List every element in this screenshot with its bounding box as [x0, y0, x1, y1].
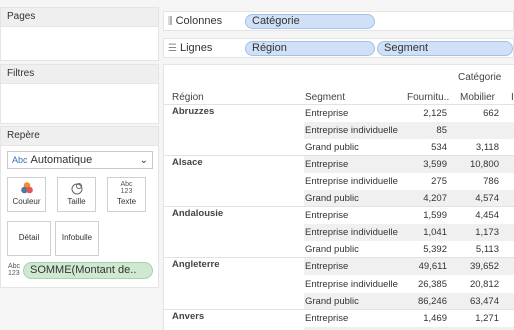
value-cell-col1[interactable]: 534 — [431, 142, 447, 153]
value-cell-col2[interactable]: 4,574 — [475, 193, 499, 204]
size-button[interactable]: Taille — [57, 177, 96, 212]
marks-card: Repère Abc Automatique ⌄ Couleur Taille … — [0, 126, 159, 288]
size-icon — [58, 181, 95, 197]
color-icon — [8, 181, 45, 197]
mark-type-value: Automatique — [31, 154, 93, 166]
value-cell-col1[interactable]: 275 — [431, 176, 447, 187]
rows-pill-region[interactable]: Région — [245, 41, 375, 56]
segment-label[interactable]: Entreprise — [305, 313, 348, 324]
size-label: Taille — [58, 197, 95, 206]
value-cell-col1[interactable]: 49,611 — [419, 261, 447, 272]
value-cell-col2[interactable]: 1,173 — [475, 227, 499, 238]
header-region: Région — [172, 92, 204, 103]
marks-title: Repère — [1, 127, 158, 146]
region-label[interactable]: Alsace — [172, 157, 203, 168]
segment-label[interactable]: Grand public — [305, 142, 359, 153]
region-divider — [164, 155, 514, 156]
segment-label[interactable]: Entreprise — [305, 210, 348, 221]
pages-card[interactable]: Pages — [0, 7, 159, 61]
region-label[interactable]: Andalousie — [172, 208, 223, 219]
value-cell-col2[interactable]: 1,271 — [475, 313, 499, 324]
columns-shelf[interactable]: ⫼Colonnes Catégorie — [163, 11, 514, 31]
value-cell-col1[interactable]: 85 — [436, 125, 447, 136]
segment-label[interactable]: Grand public — [305, 244, 359, 255]
value-cell-col1[interactable]: 5,392 — [423, 244, 447, 255]
value-cell-col2[interactable]: 20,812 — [470, 279, 499, 290]
region-label[interactable]: Anvers — [172, 311, 204, 322]
value-cell-col1[interactable]: 26,385 — [418, 279, 447, 290]
value-cell-col2[interactable]: 662 — [483, 108, 499, 119]
rows-pill-segment[interactable]: Segment — [377, 41, 513, 56]
value-cell-col1[interactable]: 1,469 — [423, 313, 447, 324]
rows-shelf[interactable]: ☰Lignes Région Segment — [163, 38, 514, 58]
value-cell-col1[interactable]: 4,207 — [423, 193, 447, 204]
text-mark-icon: Abc123 — [8, 263, 20, 277]
data-view: Catégorie Région Segment Fournitu.. Mobi… — [163, 64, 514, 330]
header-col1: Fournitu.. — [407, 92, 449, 103]
value-cell-col2[interactable]: 63,474 — [470, 296, 499, 307]
rows-icon: ☰ — [168, 43, 177, 54]
color-label: Couleur — [8, 197, 45, 206]
text-icon: Abc123 — [108, 181, 145, 197]
tooltip-label: Infobulle — [56, 233, 98, 242]
text-label: Texte — [108, 197, 145, 206]
value-cell-col1[interactable]: 1,599 — [423, 210, 447, 221]
region-label[interactable]: Abruzzes — [172, 106, 214, 117]
chevron-down-icon: ⌄ — [140, 155, 148, 166]
rows-label: ☰Lignes — [168, 42, 212, 54]
filters-card[interactable]: Filtres — [0, 64, 159, 124]
value-cell-col1[interactable]: 2,125 — [423, 108, 447, 119]
value-cell-col2[interactable]: 3,118 — [476, 142, 499, 153]
value-cell-col1[interactable]: 86,246 — [418, 296, 447, 307]
columns-label: ⫼Colonnes — [168, 15, 222, 27]
mark-type-icon: Abc — [12, 155, 28, 165]
header-col2: Mobilier — [460, 92, 495, 103]
detail-label: Détail — [8, 233, 50, 242]
value-cell-col2[interactable]: 4,454 — [475, 210, 499, 221]
segment-label[interactable]: Grand public — [305, 193, 359, 204]
segment-label[interactable]: Entreprise — [305, 108, 348, 119]
mark-type-select[interactable]: Abc Automatique ⌄ — [7, 151, 153, 169]
header-col3-stub: I — [511, 92, 514, 103]
header-segment: Segment — [305, 92, 345, 103]
segment-label[interactable]: Entreprise individuelle — [305, 227, 398, 238]
top-header-category: Catégorie — [458, 72, 501, 83]
color-button[interactable]: Couleur — [7, 177, 46, 212]
columns-pill[interactable]: Catégorie — [245, 14, 375, 29]
value-cell-col2[interactable]: 5,113 — [476, 244, 499, 255]
region-divider — [164, 309, 514, 310]
segment-label[interactable]: Grand public — [305, 296, 359, 307]
segment-label[interactable]: Entreprise individuelle — [305, 279, 398, 290]
region-divider — [164, 104, 514, 105]
text-button[interactable]: Abc123 Texte — [107, 177, 146, 212]
region-divider — [164, 257, 514, 258]
region-divider — [164, 206, 514, 207]
value-cell-col1[interactable]: 3,599 — [423, 159, 447, 170]
columns-icon: ⫼ — [168, 16, 173, 27]
value-cell-col2[interactable]: 10,800 — [470, 159, 499, 170]
segment-label[interactable]: Entreprise individuelle — [305, 176, 398, 187]
segment-label[interactable]: Entreprise individuelle — [305, 125, 398, 136]
region-label[interactable]: Angleterre — [172, 259, 220, 270]
detail-button[interactable]: Détail — [7, 221, 51, 256]
segment-label[interactable]: Entreprise — [305, 261, 348, 272]
tooltip-button[interactable]: Infobulle — [55, 221, 99, 256]
value-cell-col2[interactable]: 786 — [483, 176, 499, 187]
value-cell-col2[interactable]: 39,652 — [470, 261, 499, 272]
measure-pill[interactable]: SOMME(Montant de.. — [23, 262, 153, 279]
value-cell-col1[interactable]: 1,041 — [423, 227, 447, 238]
pages-title: Pages — [1, 8, 158, 27]
filters-title: Filtres — [1, 65, 158, 84]
segment-label[interactable]: Entreprise — [305, 159, 348, 170]
